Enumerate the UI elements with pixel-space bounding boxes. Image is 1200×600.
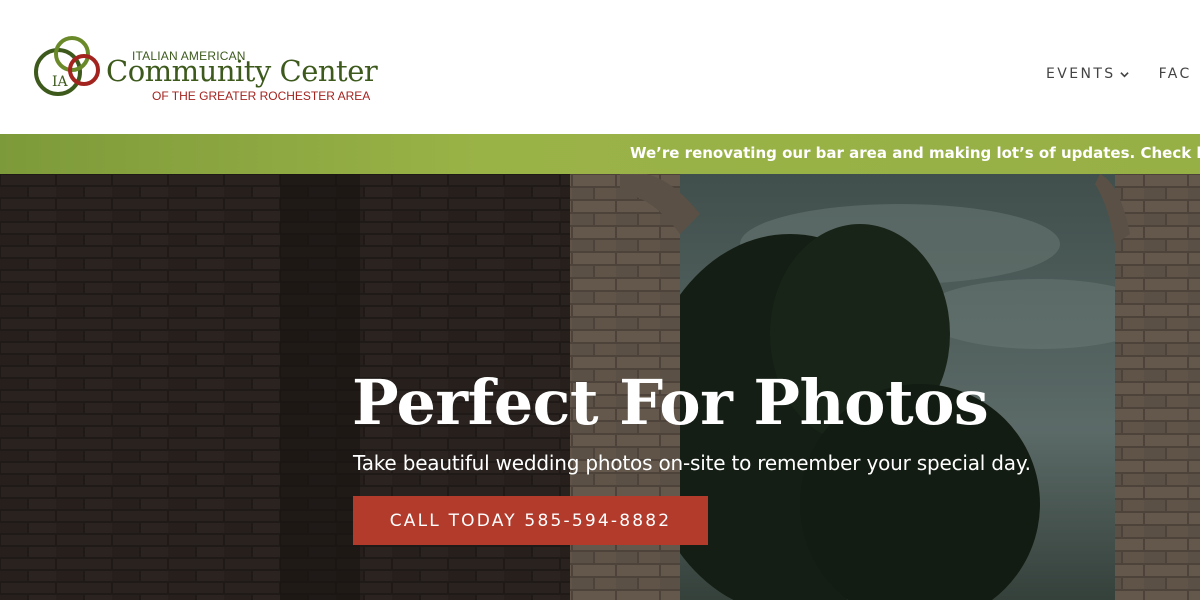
hero-title: Perfect For Photos [352,366,989,439]
chevron-down-icon [1119,71,1129,77]
nav-item-label: FAC [1158,66,1192,82]
hero-subtitle: Take beautiful wedding photos on-site to… [353,451,1031,475]
nav-item-events[interactable]: EVENTS [1046,66,1129,82]
hero-section: Perfect For Photos Take beautiful weddin… [0,174,1200,600]
call-today-button[interactable]: CALL TODAY 585-594-8882 [353,496,708,545]
main-nav: EVENTS FAC [1046,66,1192,82]
logo-rings-icon: IA [34,36,100,96]
site-logo[interactable]: IA ITALIAN AMERICAN Community Center OF … [32,34,402,104]
announcement-banner[interactable]: We’re renovating our bar area and making… [0,134,1200,174]
announcement-text: We’re renovating our bar area and making… [630,144,1200,162]
logo-line-main: Community Center [106,54,378,88]
logo-line-bottom: OF THE GREATER ROCHESTER AREA [152,89,371,103]
nav-item-label: EVENTS [1046,66,1116,82]
site-header: IA ITALIAN AMERICAN Community Center OF … [0,0,1200,134]
nav-item-facilities[interactable]: FAC [1159,66,1192,82]
svg-text:IA: IA [52,74,69,90]
